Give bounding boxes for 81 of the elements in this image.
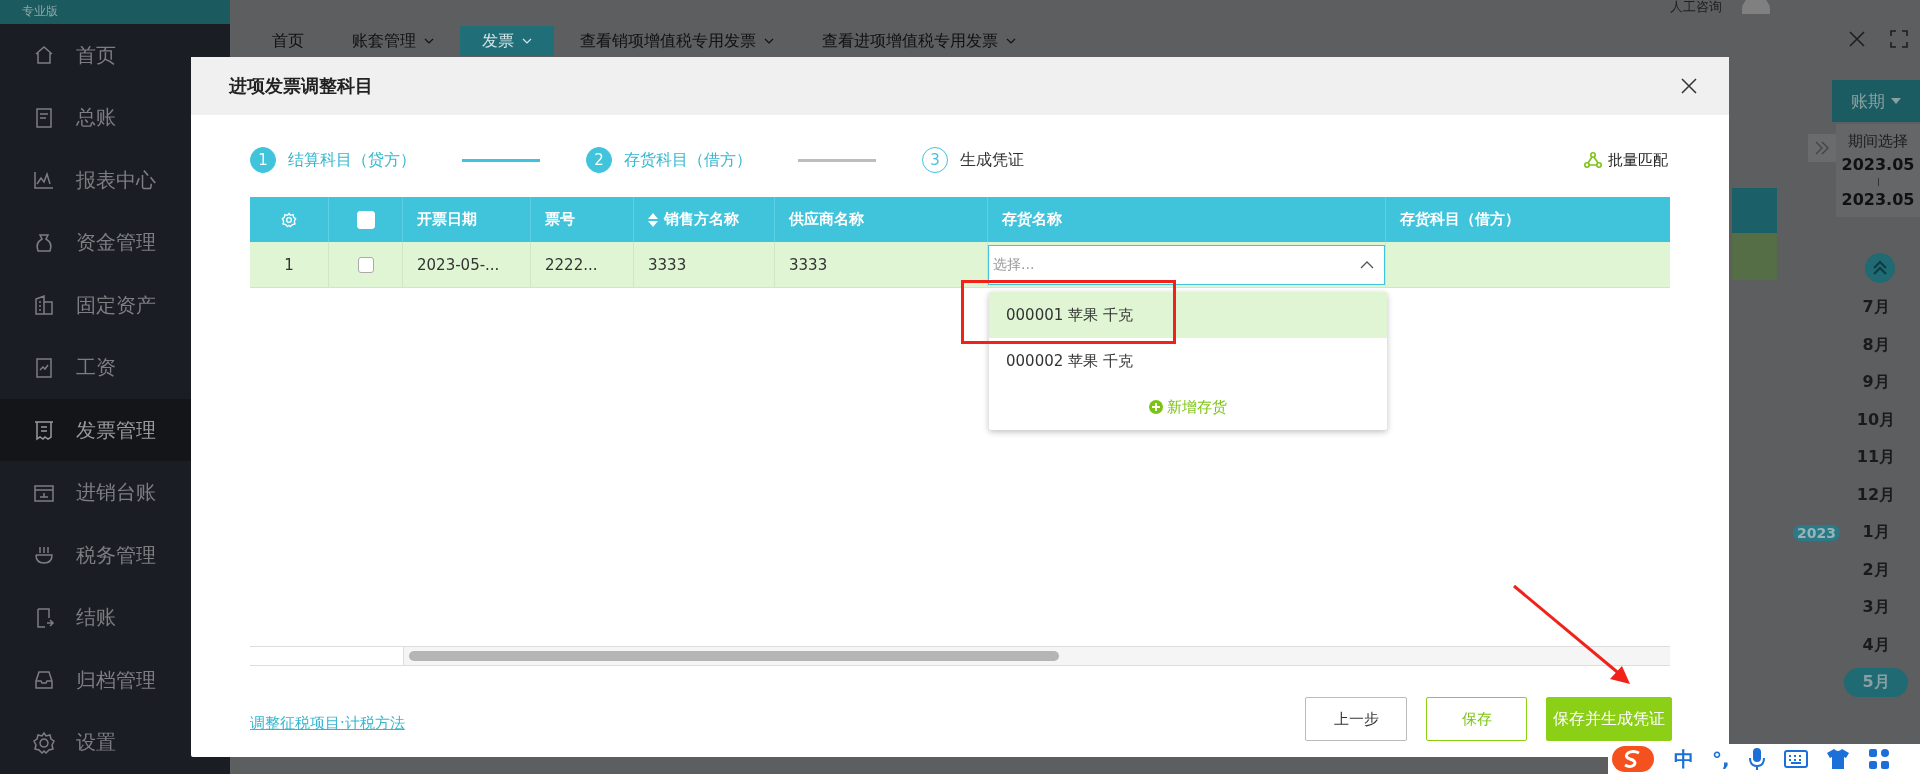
caret-icon — [1360, 260, 1374, 269]
tab[interactable]: 发票 — [460, 26, 554, 56]
chevron-icon[interactable] — [424, 37, 434, 45]
tax-method-link[interactable]: 调整征税项目·计税方法 — [250, 714, 405, 733]
inventory-select[interactable]: 选择... — [988, 244, 1385, 285]
month-item[interactable]: 1月 — [1844, 518, 1908, 548]
period-start[interactable]: 2023.05 — [1841, 155, 1915, 174]
footer-button[interactable]: 保存并生成凭证 — [1546, 697, 1672, 741]
avatar[interactable] — [1742, 0, 1770, 14]
receipt-icon — [32, 418, 56, 443]
sidebar-item[interactable]: 固定资产 — [0, 273, 230, 337]
step-label: 生成凭证 — [960, 149, 1024, 171]
fullscreen-icon[interactable] — [1890, 30, 1908, 48]
shirt-icon[interactable] — [1825, 748, 1850, 770]
month-item[interactable]: 9月 — [1844, 368, 1908, 398]
sidebar-item[interactable]: 报表中心 — [0, 148, 230, 212]
month-item[interactable]: 10月 — [1844, 405, 1908, 435]
sort-icon[interactable] — [648, 212, 658, 227]
scrollbar[interactable] — [404, 647, 1670, 665]
sidebar-item[interactable]: 总账 — [0, 86, 230, 149]
double-chevron-icon[interactable] — [1808, 134, 1836, 162]
sidebar-item[interactable]: 归档管理 — [0, 648, 230, 712]
plus-icon — [1149, 400, 1163, 414]
table-cell: 2222... — [531, 242, 634, 287]
month-item[interactable]: 2月 — [1844, 555, 1908, 585]
tab[interactable]: 账套管理 — [330, 26, 456, 56]
year-badge: 2023 — [1793, 524, 1840, 541]
footer-button[interactable]: 保存 — [1426, 697, 1527, 741]
dropdown-option[interactable]: 000001 苹果 千克 — [989, 292, 1387, 338]
month-item[interactable]: 4月 — [1844, 630, 1908, 660]
s-logo-icon[interactable] — [1610, 744, 1656, 774]
footer-button[interactable]: 上一步 — [1305, 697, 1407, 741]
close-icon[interactable] — [1681, 78, 1697, 94]
consult-link[interactable]: 人工咨询 — [1670, 0, 1722, 16]
month-item[interactable]: 12月 — [1844, 480, 1908, 510]
period-button[interactable]: 账期 — [1832, 80, 1920, 122]
step-number: 2 — [586, 147, 612, 173]
settings-icon[interactable] — [281, 211, 297, 228]
chevron-icon[interactable] — [764, 37, 774, 45]
month-item[interactable]: 8月 — [1844, 330, 1908, 360]
add-inventory-button[interactable]: 新增存货 — [1143, 396, 1233, 418]
month-item[interactable]: 11月 — [1844, 443, 1908, 473]
table-cell: 3333 — [634, 242, 775, 287]
caret-icon — [1891, 98, 1901, 104]
table-cell: 2023-05-... — [403, 242, 531, 287]
sidebar-item[interactable]: 首页 — [0, 23, 230, 87]
month-item[interactable]: 5月 — [1844, 668, 1908, 698]
step-label: 结算科目（贷方） — [288, 149, 416, 171]
tab[interactable]: 首页 — [250, 26, 326, 56]
sidebar-item[interactable]: 税务管理 — [0, 523, 230, 587]
grid-icon[interactable] — [1867, 748, 1890, 770]
row-checkbox[interactable] — [357, 256, 374, 273]
month-item[interactable]: 7月 — [1844, 293, 1908, 323]
sidebar-item[interactable]: 设置 — [0, 711, 230, 774]
microphone-icon[interactable] — [1747, 747, 1766, 771]
punctuation-button[interactable]: °, — [1712, 747, 1730, 771]
row-number: 1 — [250, 242, 329, 287]
period-end[interactable]: 2023.05 — [1841, 190, 1915, 209]
building-icon — [32, 293, 56, 318]
sidebar-item[interactable]: 资金管理 — [0, 211, 230, 274]
keyboard-icon[interactable] — [1783, 750, 1808, 768]
sidebar-item[interactable]: 结账 — [0, 586, 230, 649]
sidebar-item[interactable]: 工资 — [0, 336, 230, 399]
month-item[interactable]: 3月 — [1844, 593, 1908, 623]
batch-match-button[interactable]: 批量匹配 — [1578, 149, 1674, 171]
select-all-checkbox[interactable] — [356, 210, 375, 229]
tab[interactable]: 查看销项增值税专用发票 — [558, 26, 796, 56]
chevron-icon[interactable] — [1006, 37, 1016, 45]
sidebar-item[interactable]: 进销台账 — [0, 461, 230, 524]
input-mode-button[interactable]: 中 — [1674, 745, 1694, 773]
scroll-up-icon[interactable] — [1865, 253, 1895, 283]
dropdown-option[interactable]: 000002 苹果 千克 — [989, 338, 1387, 384]
edition-label: 专业版 — [22, 3, 58, 21]
step-label: 存货科目（借方） — [624, 149, 752, 171]
period-title: 期间选择 — [1848, 132, 1908, 151]
tab[interactable]: 查看进项增值税专用发票 — [800, 26, 1038, 56]
dialog-title: 进项发票调整科目 — [229, 74, 373, 98]
settings-icon — [32, 730, 56, 755]
step-number: 1 — [250, 147, 276, 173]
card-background — [1732, 188, 1777, 233]
share-nodes-icon — [1584, 152, 1602, 168]
